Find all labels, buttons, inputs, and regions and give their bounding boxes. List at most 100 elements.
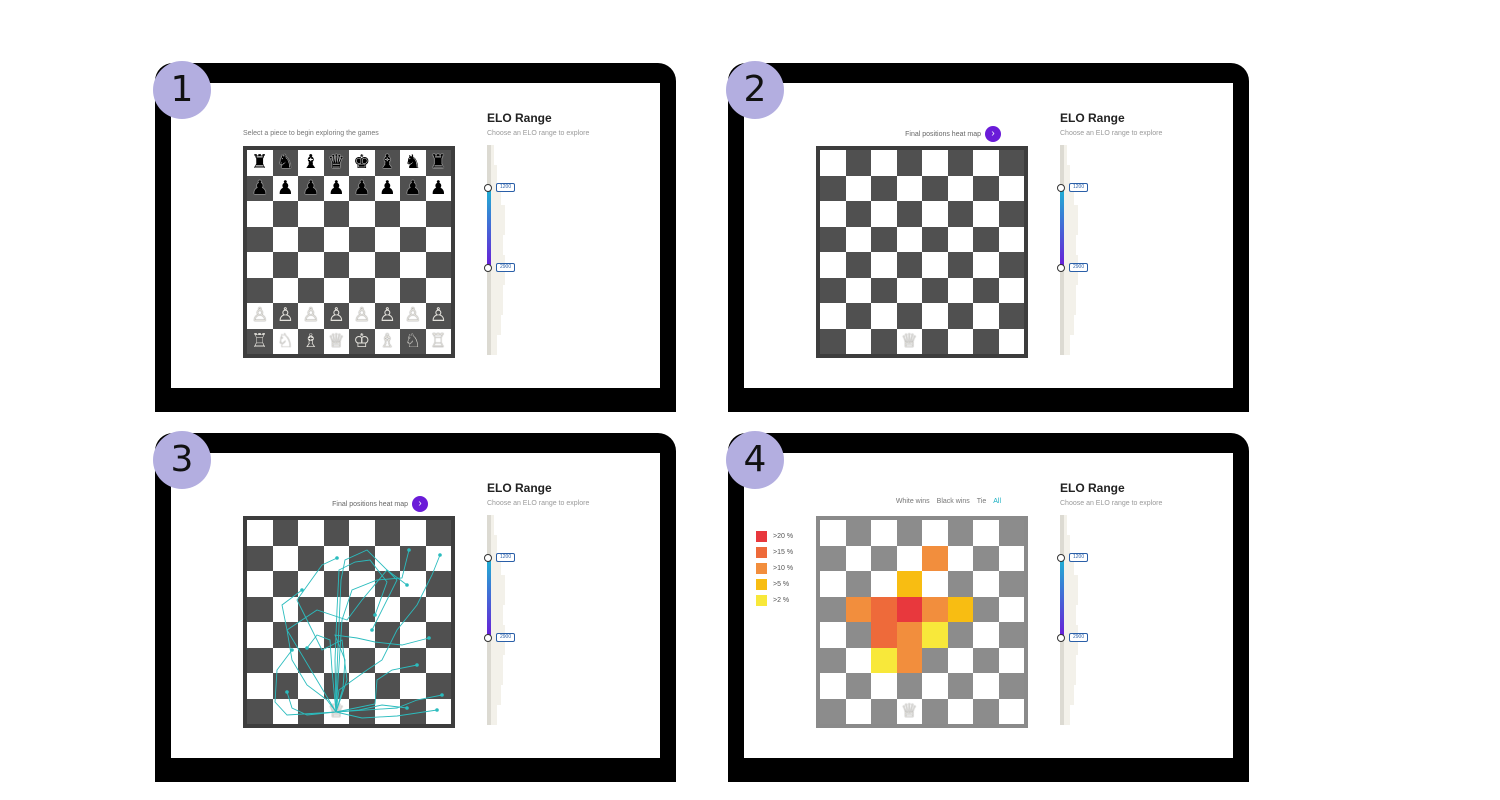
- board-square[interactable]: [998, 520, 1024, 546]
- heatmap-square[interactable]: [871, 622, 897, 648]
- board-square[interactable]: [896, 673, 922, 699]
- slider-low-handle[interactable]: [1057, 184, 1065, 192]
- board-square[interactable]: [871, 545, 897, 571]
- board-square[interactable]: [820, 252, 846, 278]
- board-square[interactable]: ♗: [298, 328, 324, 354]
- board-square[interactable]: [374, 226, 400, 252]
- board-square[interactable]: [298, 277, 324, 303]
- board-square[interactable]: [947, 201, 973, 227]
- board-square[interactable]: [845, 622, 871, 648]
- board-square[interactable]: ♙: [272, 303, 298, 329]
- board-square[interactable]: [998, 303, 1024, 329]
- board-square[interactable]: ♚: [349, 150, 375, 176]
- filter-tie[interactable]: Tie: [977, 498, 986, 505]
- board-square[interactable]: [349, 226, 375, 252]
- black-rook-piece[interactable]: ♜: [430, 153, 447, 172]
- board-square[interactable]: [845, 252, 871, 278]
- white-pawn-piece[interactable]: ♙: [302, 306, 319, 325]
- board-square[interactable]: [820, 175, 846, 201]
- board-square[interactable]: [973, 201, 999, 227]
- heatmap-square[interactable]: [896, 622, 922, 648]
- board-square[interactable]: [947, 545, 973, 571]
- board-square[interactable]: ♝: [374, 150, 400, 176]
- board-square[interactable]: [922, 698, 948, 724]
- board-square[interactable]: ♜: [425, 150, 451, 176]
- board-square[interactable]: [247, 252, 273, 278]
- white-pawn-piece[interactable]: ♙: [251, 306, 268, 325]
- board-square[interactable]: [820, 571, 846, 597]
- board-square[interactable]: [871, 673, 897, 699]
- white-queen-piece[interactable]: ♕: [328, 331, 345, 351]
- board-square[interactable]: [845, 673, 871, 699]
- slider-high-handle[interactable]: [1057, 264, 1065, 272]
- board-square[interactable]: [973, 622, 999, 648]
- board-square[interactable]: [298, 252, 324, 278]
- board-square[interactable]: [247, 226, 273, 252]
- board-square[interactable]: [998, 596, 1024, 622]
- board-square[interactable]: [820, 545, 846, 571]
- elo-range-slider[interactable]: 1200 2900: [1057, 145, 1100, 360]
- black-pawn-piece[interactable]: ♟: [404, 178, 421, 198]
- board-square[interactable]: [947, 673, 973, 699]
- elo-range-slider[interactable]: 1200 2900: [484, 515, 527, 730]
- board-square[interactable]: ♗: [374, 328, 400, 354]
- board-square[interactable]: [845, 545, 871, 571]
- board-square[interactable]: [820, 698, 846, 724]
- board-square[interactable]: [845, 647, 871, 673]
- board-square[interactable]: [973, 150, 999, 176]
- filter-black-wins[interactable]: Black wins: [937, 498, 970, 505]
- black-pawn-piece[interactable]: ♟: [328, 178, 345, 198]
- slider-low-handle[interactable]: [1057, 554, 1065, 562]
- board-square[interactable]: [922, 252, 948, 278]
- board-square[interactable]: [374, 277, 400, 303]
- filter-all[interactable]: All: [993, 498, 1001, 505]
- board-square[interactable]: [845, 150, 871, 176]
- board-square[interactable]: [845, 175, 871, 201]
- black-bishop-piece[interactable]: ♝: [379, 153, 396, 172]
- board-square[interactable]: ♔: [349, 328, 375, 354]
- white-rook-piece[interactable]: ♖: [251, 331, 268, 351]
- board-square[interactable]: [998, 647, 1024, 673]
- heatmap-square[interactable]: [922, 622, 948, 648]
- board-square[interactable]: [998, 201, 1024, 227]
- board-square[interactable]: [947, 520, 973, 546]
- board-square[interactable]: [871, 328, 897, 354]
- board-square[interactable]: ♙: [323, 303, 349, 329]
- board-square[interactable]: [820, 150, 846, 176]
- board-square[interactable]: [820, 201, 846, 227]
- heatmap-square[interactable]: [922, 596, 948, 622]
- board-square[interactable]: [298, 201, 324, 227]
- white-knight-piece[interactable]: ♘: [277, 331, 294, 351]
- white-pawn-piece[interactable]: ♙: [353, 306, 370, 325]
- board-square[interactable]: ♙: [400, 303, 426, 329]
- board-square[interactable]: [820, 520, 846, 546]
- board-square[interactable]: [998, 698, 1024, 724]
- board-square[interactable]: [998, 150, 1024, 176]
- black-bishop-piece[interactable]: ♝: [302, 153, 319, 172]
- board-square[interactable]: ♜: [247, 150, 273, 176]
- board-square[interactable]: [947, 226, 973, 252]
- board-square[interactable]: [400, 201, 426, 227]
- heatmap-square[interactable]: [871, 647, 897, 673]
- board-square[interactable]: [922, 201, 948, 227]
- board-square[interactable]: [973, 571, 999, 597]
- board-square[interactable]: ♟: [323, 175, 349, 201]
- board-square[interactable]: ♞: [400, 150, 426, 176]
- slider-low-handle[interactable]: [484, 554, 492, 562]
- board-square[interactable]: [998, 175, 1024, 201]
- board-square[interactable]: [820, 647, 846, 673]
- board-square[interactable]: [845, 328, 871, 354]
- board-square[interactable]: [922, 647, 948, 673]
- board-square[interactable]: [896, 226, 922, 252]
- board-square[interactable]: [896, 520, 922, 546]
- chevron-right-icon[interactable]: ›: [985, 126, 1001, 142]
- board-square[interactable]: [845, 698, 871, 724]
- board-square[interactable]: [871, 150, 897, 176]
- board-square[interactable]: ♖: [425, 328, 451, 354]
- board-square[interactable]: [922, 175, 948, 201]
- board-square[interactable]: [871, 201, 897, 227]
- board-square[interactable]: [272, 201, 298, 227]
- board-square[interactable]: ♟: [349, 175, 375, 201]
- board-square[interactable]: [922, 303, 948, 329]
- slider-low-handle[interactable]: [484, 184, 492, 192]
